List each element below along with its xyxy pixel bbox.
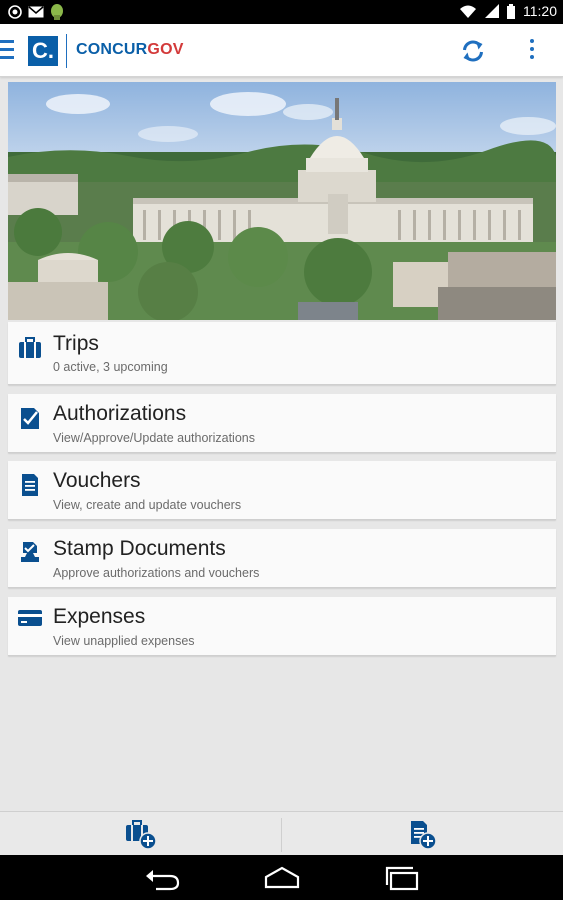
- menu-item-subtitle: View/Approve/Update authorizations: [53, 431, 255, 445]
- menu-item-title: Authorizations: [53, 402, 187, 425]
- menu-item-subtitle: 0 active, 3 upcoming: [53, 360, 168, 374]
- stamp-icon: [21, 542, 39, 562]
- menu-item-authorizations[interactable]: Authorizations View/Approve/Update autho…: [8, 394, 556, 453]
- menu-icon[interactable]: [0, 40, 16, 60]
- credit-card-icon: [18, 610, 42, 626]
- menu-item-subtitle: View, create and update vouchers: [53, 498, 242, 512]
- menu-item-subtitle: View unapplied expenses: [53, 634, 195, 648]
- android-icon: [51, 4, 63, 20]
- menu-item-trips[interactable]: Trips 0 active, 3 upcoming: [8, 322, 556, 385]
- back-icon[interactable]: [142, 865, 182, 891]
- app-bar: C. CONCURGOV: [0, 24, 563, 77]
- status-bar: 11:20: [0, 0, 563, 24]
- add-trip-icon: [126, 820, 157, 850]
- menu-item-title: Stamp Documents: [53, 537, 226, 560]
- signal-icon: [485, 4, 499, 18]
- add-document-icon: [411, 821, 437, 850]
- recent-apps-icon[interactable]: [382, 865, 422, 891]
- gmail-icon: [28, 6, 44, 18]
- menu-item-expenses[interactable]: Expenses View unapplied expenses: [8, 597, 556, 656]
- concur-logo: C.: [28, 36, 58, 66]
- menu-item-title: Vouchers: [53, 469, 141, 492]
- add-document-button[interactable]: [282, 812, 562, 856]
- menu-item-title: Expenses: [53, 605, 146, 628]
- battery-icon: [507, 3, 515, 19]
- more-vertical-icon[interactable]: [527, 39, 537, 61]
- document-icon: [22, 474, 38, 496]
- add-trip-button[interactable]: [0, 812, 280, 856]
- brand-part-concur: CONCUR: [76, 41, 148, 58]
- menu-item-stamp-documents[interactable]: Stamp Documents Approve authorizations a…: [8, 529, 556, 588]
- system-navigation-bar: [0, 855, 563, 900]
- logo-letter: C.: [32, 38, 54, 63]
- document-check-icon: [21, 408, 39, 429]
- logo-divider: [66, 34, 67, 68]
- menu-item-subtitle: Approve authorizations and vouchers: [53, 566, 260, 580]
- brand-part-gov: GOV: [147, 41, 184, 58]
- menu-item-title: Trips: [53, 332, 99, 355]
- home-icon[interactable]: [262, 865, 302, 891]
- briefcase-icon: [19, 337, 41, 358]
- status-time: 11:20: [523, 3, 557, 19]
- brand-name: CONCURGOV: [76, 41, 184, 59]
- menu-item-vouchers[interactable]: Vouchers View, create and update voucher…: [8, 461, 556, 520]
- wifi-icon: [460, 5, 476, 18]
- whatsapp-icon: [8, 5, 22, 19]
- hero-image-capitol: [8, 82, 556, 320]
- bottom-action-bar: [0, 811, 563, 856]
- sync-icon[interactable]: [460, 38, 486, 64]
